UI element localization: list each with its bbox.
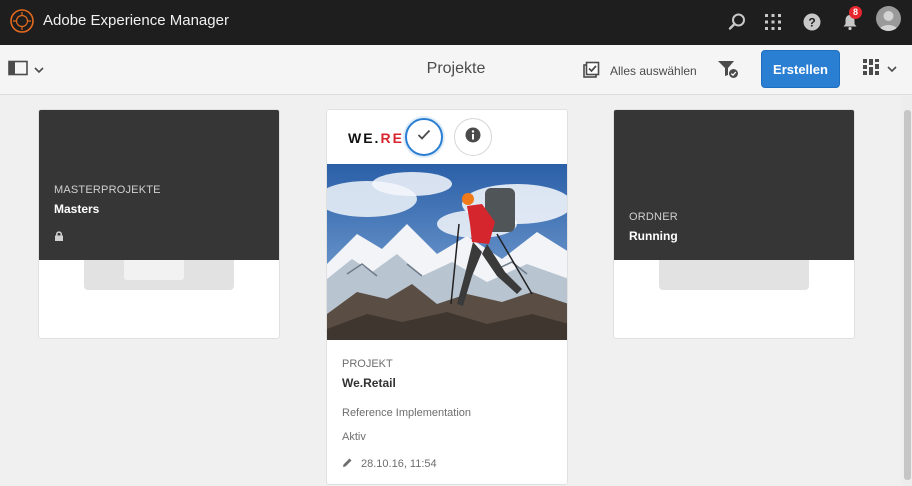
action-bar: Projekte Alles auswählen Erstellen <box>0 45 912 95</box>
modified-date: 28.10.16, 11:54 <box>361 458 437 470</box>
card-title: We.Retail <box>342 376 396 390</box>
select-all-button[interactable]: Alles auswählen <box>582 61 697 81</box>
shell-header: Adobe Experience Manager ? 8 <box>0 0 912 45</box>
masters-card[interactable]: MASTERPROJEKTE Masters <box>38 109 280 339</box>
chevron-down-icon <box>34 61 44 79</box>
rail-toggle-button[interactable] <box>8 60 48 81</box>
card-overlay: MASTERPROJEKTE Masters <box>39 110 279 260</box>
lock-icon <box>54 228 161 246</box>
project-logo-area: WE.REL <box>327 110 567 164</box>
running-folder-card[interactable]: ORDNER Running <box>613 109 855 339</box>
adobe-logo-icon[interactable] <box>10 9 34 33</box>
chevron-down-icon <box>887 60 897 78</box>
we-retail-project-card[interactable]: WE.REL <box>326 109 568 485</box>
view-switcher-icon <box>862 58 880 81</box>
select-all-icon <box>582 61 600 82</box>
search-icon[interactable] <box>725 10 749 34</box>
info-quickaction-button[interactable] <box>454 118 492 156</box>
card-overlay: ORDNER Running <box>614 110 854 260</box>
view-switcher-button[interactable] <box>862 58 902 81</box>
pencil-icon <box>342 457 353 471</box>
product-name[interactable]: Adobe Experience Manager <box>43 12 229 29</box>
checkmark-icon <box>417 128 431 146</box>
project-thumbnail-image <box>327 164 567 340</box>
help-icon[interactable]: ? <box>800 10 824 34</box>
filter-icon <box>717 59 739 84</box>
card-subtitle: MASTERPROJEKTE <box>54 184 161 196</box>
card-subtitle: PROJEKT <box>342 358 393 370</box>
card-title: Masters <box>54 202 100 216</box>
rail-toggle-icon <box>8 60 28 81</box>
select-quickaction-button[interactable] <box>405 118 443 156</box>
select-all-label: Alles auswählen <box>610 64 697 78</box>
scrollbar-thumb[interactable] <box>904 110 911 480</box>
notification-count-badge: 8 <box>849 6 862 19</box>
modified-row: 28.10.16, 11:54 <box>342 457 557 471</box>
card-view: MASTERPROJEKTE Masters WE.REL <box>0 96 904 486</box>
filter-button[interactable] <box>716 59 740 83</box>
project-description: Reference Implementation <box>342 407 472 419</box>
card-subtitle: ORDNER <box>629 211 678 223</box>
user-avatar[interactable] <box>876 6 901 31</box>
create-button[interactable]: Erstellen <box>761 50 840 88</box>
info-icon <box>465 127 481 148</box>
solutions-grid-icon[interactable] <box>761 10 785 34</box>
project-metadata: PROJEKT We.Retail Reference Implementati… <box>342 358 557 471</box>
vertical-scrollbar[interactable] <box>902 96 912 486</box>
card-title: Running <box>629 229 678 243</box>
page-title: Projekte <box>426 60 486 77</box>
project-status: Aktiv <box>342 431 366 443</box>
svg-text:?: ? <box>808 15 815 29</box>
